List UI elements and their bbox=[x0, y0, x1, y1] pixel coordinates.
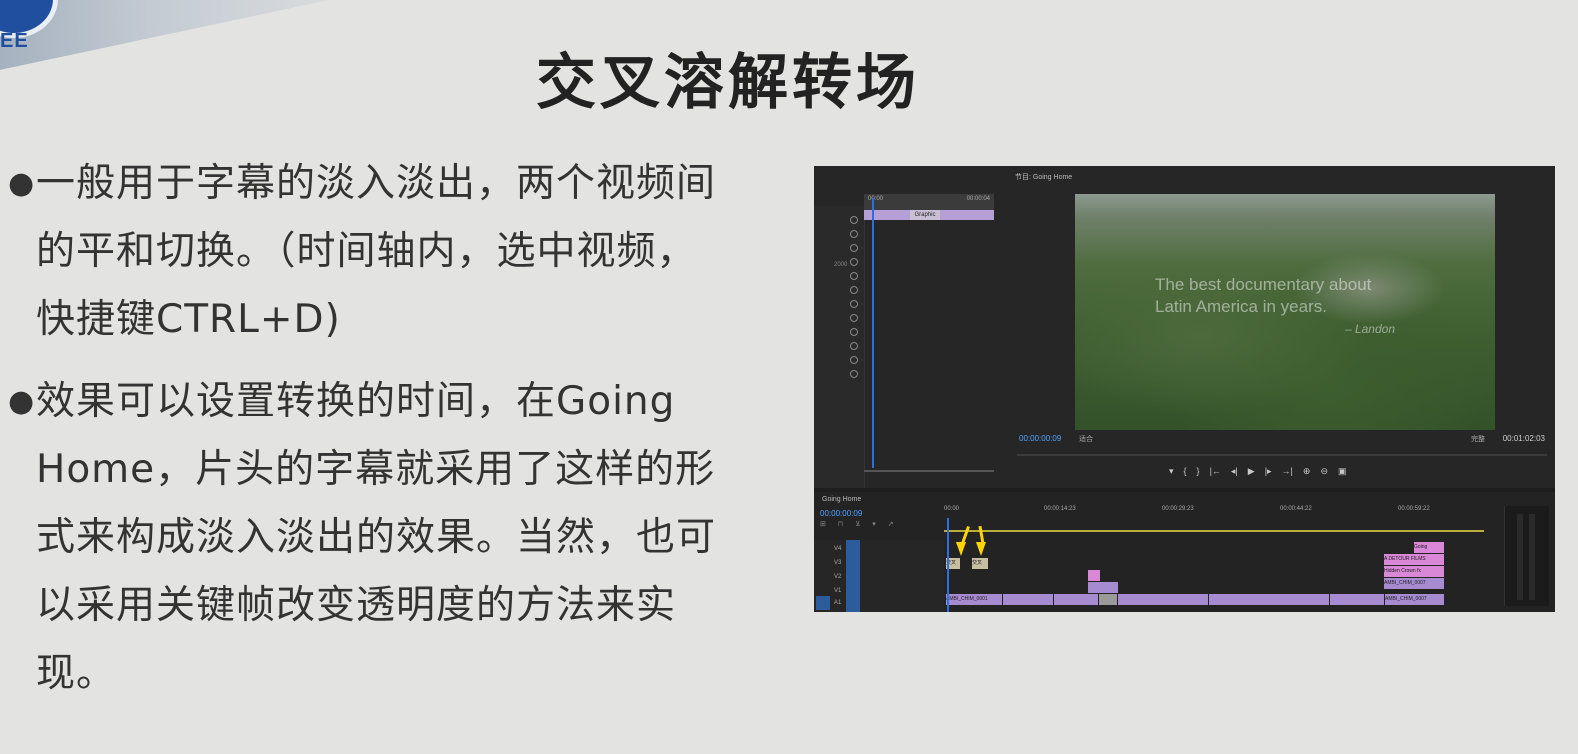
source-panel: 00:00 00:00:04 Graphic 2000 bbox=[814, 166, 1009, 488]
timeline-tools[interactable]: ⊞ ⊓ ⊻ ▾ ↗ bbox=[820, 520, 899, 528]
bullet-text: 一般用于字幕的淡入淡出，两个视频间的平和切换。（时间轴内，选中视频，快捷键CTR… bbox=[36, 161, 717, 342]
lock-icon[interactable] bbox=[850, 300, 858, 308]
mark-in-icon[interactable]: { bbox=[1184, 466, 1187, 477]
track-label: V1 bbox=[834, 588, 842, 594]
fit-dropdown[interactable]: 适合 bbox=[1079, 434, 1093, 444]
v1-clip[interactable] bbox=[1099, 594, 1117, 605]
end-title-clip[interactable]: Going bbox=[1414, 542, 1444, 553]
step-back-icon[interactable]: ◂| bbox=[1231, 466, 1238, 477]
program-monitor-tab[interactable]: 节目: Going Home bbox=[1015, 172, 1072, 182]
track-headers: V4 V3 V2 V1 A1 bbox=[814, 540, 944, 612]
lock-icon[interactable] bbox=[850, 272, 858, 280]
bullet-text: 效果可以设置转换的时间，在Going Home，片头的字幕就采用了这样的形式来构… bbox=[36, 379, 717, 696]
transport-controls: ▾ { } |← ◂| ▶ |▸ →| ⊕ ⊖ ▣ bbox=[1169, 466, 1347, 477]
v1-clip[interactable]: AMBI_CHIM_0007 bbox=[1385, 594, 1444, 605]
video-clip[interactable] bbox=[1088, 570, 1100, 581]
mark-out-icon[interactable]: } bbox=[1197, 466, 1200, 477]
source-ruler: 00:00 00:00:04 bbox=[864, 194, 994, 210]
go-to-out-icon[interactable]: →| bbox=[1282, 466, 1293, 477]
go-to-in-icon[interactable]: |← bbox=[1210, 466, 1221, 477]
bullet-list: ● 一般用于字幕的淡入淡出，两个视频间的平和切换。（时间轴内，选中视频，快捷键C… bbox=[8, 150, 728, 722]
caption-line-2: Latin America in years. bbox=[1155, 297, 1327, 316]
lock-icon[interactable] bbox=[850, 230, 858, 238]
source-clip[interactable]: Graphic bbox=[864, 210, 994, 220]
ruler-label: 00:00 bbox=[944, 506, 960, 512]
program-scrubber[interactable] bbox=[1017, 454, 1547, 456]
end-title-clip[interactable]: Hidden Crown fx bbox=[1384, 566, 1444, 577]
lock-icon[interactable] bbox=[850, 216, 858, 224]
duration-timecode: 00:01:02:03 bbox=[1502, 434, 1545, 443]
ruler-label: 00:00:44:22 bbox=[1280, 506, 1312, 512]
graphic-clip-label: Graphic bbox=[910, 210, 940, 220]
v1-clip[interactable] bbox=[1118, 594, 1208, 605]
track-label: V2 bbox=[834, 574, 842, 580]
lock-icon[interactable] bbox=[850, 328, 858, 336]
bullet-dot: ● bbox=[8, 384, 35, 419]
lock-icon[interactable] bbox=[850, 342, 858, 350]
timeline-timecode[interactable]: 00:00:00:09 bbox=[820, 509, 862, 518]
program-timecode[interactable]: 00:00:00:09 bbox=[1019, 434, 1061, 443]
v1-clip[interactable] bbox=[1209, 594, 1329, 605]
arrow-icon bbox=[976, 542, 986, 556]
end-title-clip[interactable]: A DETOUR FILMS bbox=[1384, 554, 1444, 565]
step-forward-icon[interactable]: |▸ bbox=[1265, 466, 1272, 477]
audio-meter bbox=[1504, 506, 1549, 606]
lock-icon[interactable] bbox=[850, 244, 858, 252]
timeline-playhead[interactable] bbox=[947, 518, 949, 612]
overwrite-icon[interactable]: ⊖ bbox=[1320, 466, 1328, 477]
meter-channel-left bbox=[1517, 514, 1523, 600]
source-scrollbar[interactable] bbox=[864, 470, 994, 472]
export-frame-icon[interactable]: ▣ bbox=[1338, 466, 1347, 477]
add-marker-icon[interactable]: ▾ bbox=[1169, 466, 1174, 477]
video-frame: The best documentary about Latin America… bbox=[1075, 194, 1495, 430]
quality-dropdown[interactable]: 完整 bbox=[1471, 434, 1485, 444]
track-label: V3 bbox=[834, 560, 842, 566]
v1-clip[interactable]: AMBI_CHIM_0001 bbox=[946, 594, 1002, 605]
timeline-panel: Going Home 00:00:00:09 ⊞ ⊓ ⊻ ▾ ↗ 00:00 0… bbox=[814, 492, 1555, 612]
lock-icon[interactable] bbox=[850, 314, 858, 322]
lock-icon[interactable] bbox=[850, 356, 858, 364]
bullet-item: ● 一般用于字幕的淡入淡出，两个视频间的平和切换。（时间轴内，选中视频，快捷键C… bbox=[8, 150, 728, 354]
work-area-bar[interactable] bbox=[944, 530, 1484, 532]
source-mid-label: 2000 bbox=[834, 262, 848, 268]
track-target-selector[interactable] bbox=[846, 540, 860, 612]
track-lock-icons bbox=[850, 216, 858, 384]
bullet-item: ● 效果可以设置转换的时间，在Going Home，片头的字幕就采用了这样的形式… bbox=[8, 368, 728, 708]
premiere-screenshot: 00:00 00:00:04 Graphic 2000 节目: Going Ho… bbox=[814, 166, 1555, 612]
lock-icon[interactable] bbox=[850, 258, 858, 266]
v1-clip[interactable] bbox=[1054, 594, 1098, 605]
caption-line-1: The best documentary about bbox=[1155, 275, 1372, 294]
end-title-clip[interactable]: AMBI_CHIM_0007 bbox=[1384, 578, 1444, 589]
source-start-timecode: 00:00 bbox=[868, 196, 884, 202]
program-monitor: 节目: Going Home The best documentary abou… bbox=[1009, 166, 1555, 488]
video-clip[interactable] bbox=[1088, 582, 1118, 593]
ruler-label: 00:00:59:22 bbox=[1398, 506, 1430, 512]
caption-signature: – Landon bbox=[1344, 322, 1395, 336]
bullet-dot: ● bbox=[8, 166, 35, 201]
video-caption: The best documentary about Latin America… bbox=[1155, 274, 1455, 340]
track-label: A1 bbox=[834, 600, 842, 606]
timeline-tab[interactable]: Going Home bbox=[822, 496, 861, 503]
timeline-ruler[interactable]: 00:00 00:00:14:23 00:00:29:23 00:00:44:2… bbox=[944, 506, 1484, 516]
slide-title: 交叉溶解转场 bbox=[536, 48, 920, 118]
meter-channel-right bbox=[1529, 514, 1535, 600]
lock-icon[interactable] bbox=[850, 370, 858, 378]
v1-clip[interactable] bbox=[1330, 594, 1384, 605]
ruler-label: 00:00:14:23 bbox=[1044, 506, 1076, 512]
source-patch-selector[interactable] bbox=[816, 596, 830, 610]
v1-clip[interactable] bbox=[1003, 594, 1053, 605]
cross-dissolve-transition[interactable]: 交叉 bbox=[972, 558, 988, 569]
play-icon[interactable]: ▶ bbox=[1248, 466, 1255, 477]
track-label: V4 bbox=[834, 546, 842, 552]
ruler-label: 00:00:29:23 bbox=[1162, 506, 1194, 512]
source-end-timecode: 00:00:04 bbox=[966, 196, 990, 202]
lock-icon[interactable] bbox=[850, 286, 858, 294]
source-playhead[interactable] bbox=[872, 198, 874, 468]
arrow-icon bbox=[956, 542, 966, 556]
insert-icon[interactable]: ⊕ bbox=[1303, 466, 1311, 477]
